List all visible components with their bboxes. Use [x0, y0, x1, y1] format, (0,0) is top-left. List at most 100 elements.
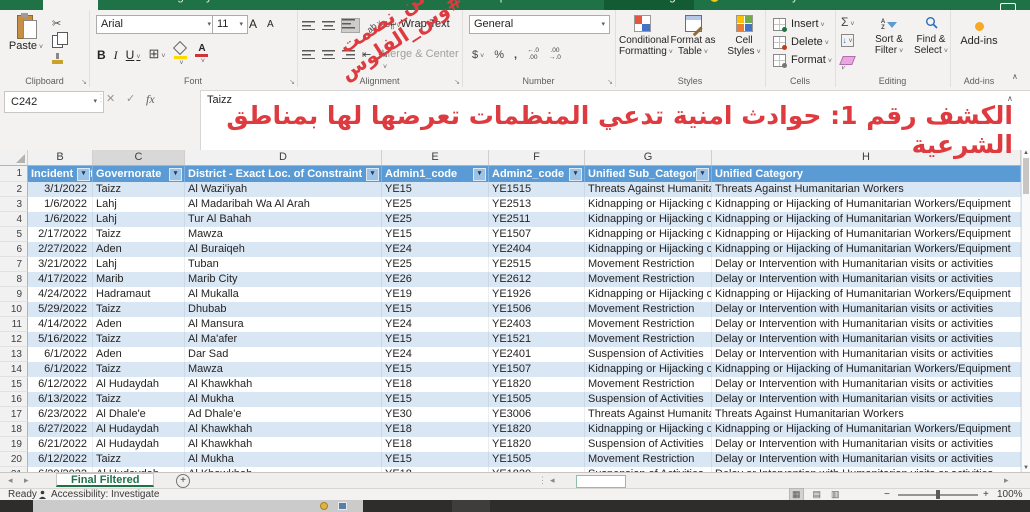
insert-function-icon[interactable]: fx: [146, 92, 155, 107]
borders-icon[interactable]: ⊞: [148, 47, 165, 63]
cell-incident-date[interactable]: 4/14/2022: [28, 317, 93, 332]
comments-icon[interactable]: [1000, 3, 1016, 10]
cell-admin2-code[interactable]: YE1820: [489, 377, 585, 392]
window-app-icon[interactable]: [338, 502, 347, 510]
formula-input[interactable]: Taizz: [200, 90, 1030, 155]
cell-unified-sub-category[interactable]: Threats Against Humanitarian Workers: [585, 182, 712, 197]
column-header-E[interactable]: E: [382, 150, 489, 165]
cell-unified-sub-category[interactable]: Suspension of Activities: [585, 392, 712, 407]
cell-unified-category[interactable]: Delay or Intervention with Humanitarian …: [712, 332, 1021, 347]
row-number[interactable]: 14: [0, 362, 28, 377]
cell-district[interactable]: Mawza: [185, 227, 382, 242]
new-sheet-icon[interactable]: +: [176, 474, 190, 488]
conditional-formatting-button[interactable]: Conditional Formatting: [619, 15, 665, 58]
row-number[interactable]: 6: [0, 242, 28, 257]
cell-governorate[interactable]: Al Dhale'e: [93, 407, 185, 422]
zoom-slider-handle[interactable]: [936, 490, 940, 499]
row-number[interactable]: 4: [0, 212, 28, 227]
cell-admin1-code[interactable]: YE26: [382, 272, 489, 287]
header-governorate[interactable]: Governorate: [93, 166, 185, 182]
cell-unified-sub-category[interactable]: Kidnapping or Hijacking of Humanitarian …: [585, 212, 712, 227]
cell-unified-sub-category[interactable]: Kidnapping or Hijacking of Humanitarian …: [585, 227, 712, 242]
row-number[interactable]: 2: [0, 182, 28, 197]
cell-admin1-code[interactable]: YE25: [382, 257, 489, 272]
cell-admin1-code[interactable]: YE30: [382, 407, 489, 422]
column-header-D[interactable]: D: [185, 150, 382, 165]
row-number[interactable]: 1: [0, 166, 28, 182]
cell-district[interactable]: Tuban: [185, 257, 382, 272]
cell-incident-date[interactable]: 3/1/2022: [28, 182, 93, 197]
bold-icon[interactable]: B: [97, 48, 106, 62]
cell-incident-date[interactable]: 6/12/2022: [28, 377, 93, 392]
row-number[interactable]: 20: [0, 452, 28, 467]
copy-icon[interactable]: [52, 35, 63, 48]
format-painter-icon[interactable]: [52, 53, 64, 65]
align-left-icon[interactable]: [302, 50, 315, 59]
cell-governorate[interactable]: Al Hudaydah: [93, 437, 185, 452]
decrease-font-icon[interactable]: A: [267, 19, 274, 30]
cell-governorate[interactable]: Taizz: [93, 302, 185, 317]
cell-unified-sub-category[interactable]: Movement Restriction: [585, 272, 712, 287]
cell-admin2-code[interactable]: YE1521: [489, 332, 585, 347]
cell-admin2-code[interactable]: YE2511: [489, 212, 585, 227]
cell-unified-sub-category[interactable]: Kidnapping or Hijacking of Humanitarian …: [585, 422, 712, 437]
cut-icon[interactable]: ✂: [52, 17, 61, 30]
cell-district[interactable]: Al Madaribah Wa Al Arah: [185, 197, 382, 212]
column-header-C[interactable]: C: [93, 150, 185, 165]
taskbar-window-segment[interactable]: [33, 500, 363, 512]
name-box[interactable]: C242▾: [4, 91, 104, 113]
tab-data[interactable]: Data: [312, 0, 360, 10]
cell-unified-category[interactable]: Delay or Intervention with Humanitarian …: [712, 392, 1021, 407]
align-bottom-icon[interactable]: [342, 19, 359, 32]
cell-governorate[interactable]: Taizz: [93, 452, 185, 467]
collapse-formula-bar-icon[interactable]: ∧: [1007, 94, 1013, 103]
header-unified-sub-category[interactable]: Unified Sub_Category: [585, 166, 712, 182]
cell-admin2-code[interactable]: YE3006: [489, 407, 585, 422]
cell-governorate[interactable]: Aden: [93, 317, 185, 332]
sheet-next-icon[interactable]: ▸: [24, 475, 29, 486]
vertical-scrollbar[interactable]: ▲ ▼: [1021, 150, 1030, 472]
cell-admin2-code[interactable]: YE2513: [489, 197, 585, 212]
clipboard-dialog-launcher[interactable]: ↘: [81, 78, 87, 86]
wrap-text-button[interactable]: ab↩ Wrap Text: [381, 18, 450, 30]
scroll-left-icon[interactable]: ◂: [550, 475, 555, 486]
scroll-right-icon[interactable]: ▸: [1004, 475, 1009, 486]
header-unified-category[interactable]: Unified Category: [712, 166, 1021, 182]
align-middle-icon[interactable]: [322, 21, 335, 30]
font-dialog-launcher[interactable]: ↘: [289, 78, 295, 86]
sheet-prev-icon[interactable]: ◂: [8, 475, 13, 486]
cell-admin2-code[interactable]: YE2612: [489, 272, 585, 287]
cell-incident-date[interactable]: 3/21/2022: [28, 257, 93, 272]
font-size-combo[interactable]: 11▾: [212, 15, 248, 34]
row-number[interactable]: 5: [0, 227, 28, 242]
cell-unified-category[interactable]: Threats Against Humanitarian Workers: [712, 182, 1021, 197]
comma-style-icon[interactable]: ,: [514, 49, 517, 61]
header-admin2-code[interactable]: Admin2_code: [489, 166, 585, 182]
row-number[interactable]: 10: [0, 302, 28, 317]
cell-unified-sub-category[interactable]: Kidnapping or Hijacking of Humanitarian …: [585, 287, 712, 302]
cell-incident-date[interactable]: 2/27/2022: [28, 242, 93, 257]
increase-decimal-icon[interactable]: ←.0.00: [527, 48, 539, 61]
cell-governorate[interactable]: Aden: [93, 347, 185, 362]
cell-unified-category[interactable]: Kidnapping or Hijacking of Humanitarian …: [712, 422, 1021, 437]
cell-unified-category[interactable]: Delay or Intervention with Humanitarian …: [712, 347, 1021, 362]
alignment-dialog-launcher[interactable]: ↘: [454, 78, 460, 86]
align-right-icon[interactable]: [342, 50, 355, 59]
cell-admin1-code[interactable]: YE24: [382, 347, 489, 362]
select-all-corner[interactable]: [0, 150, 28, 165]
tab-table-design[interactable]: Table Design: [604, 0, 694, 10]
cell-admin2-code[interactable]: YE1506: [489, 302, 585, 317]
merge-center-button[interactable]: Merge & Center: [381, 48, 462, 72]
cell-admin1-code[interactable]: YE24: [382, 317, 489, 332]
cell-admin1-code[interactable]: YE15: [382, 302, 489, 317]
cell-incident-date[interactable]: 6/12/2022: [28, 452, 93, 467]
cell-admin2-code[interactable]: YE2401: [489, 347, 585, 362]
cell-admin1-code[interactable]: YE24: [382, 242, 489, 257]
cell-unified-category[interactable]: Delay or Intervention with Humanitarian …: [712, 377, 1021, 392]
cell-incident-date[interactable]: 1/6/2022: [28, 212, 93, 227]
fill-color-icon[interactable]: [173, 43, 187, 68]
row-number[interactable]: 7: [0, 257, 28, 272]
cell-unified-sub-category[interactable]: Movement Restriction: [585, 302, 712, 317]
cell-governorate[interactable]: Taizz: [93, 392, 185, 407]
cell-district[interactable]: Tur Al Bahah: [185, 212, 382, 227]
